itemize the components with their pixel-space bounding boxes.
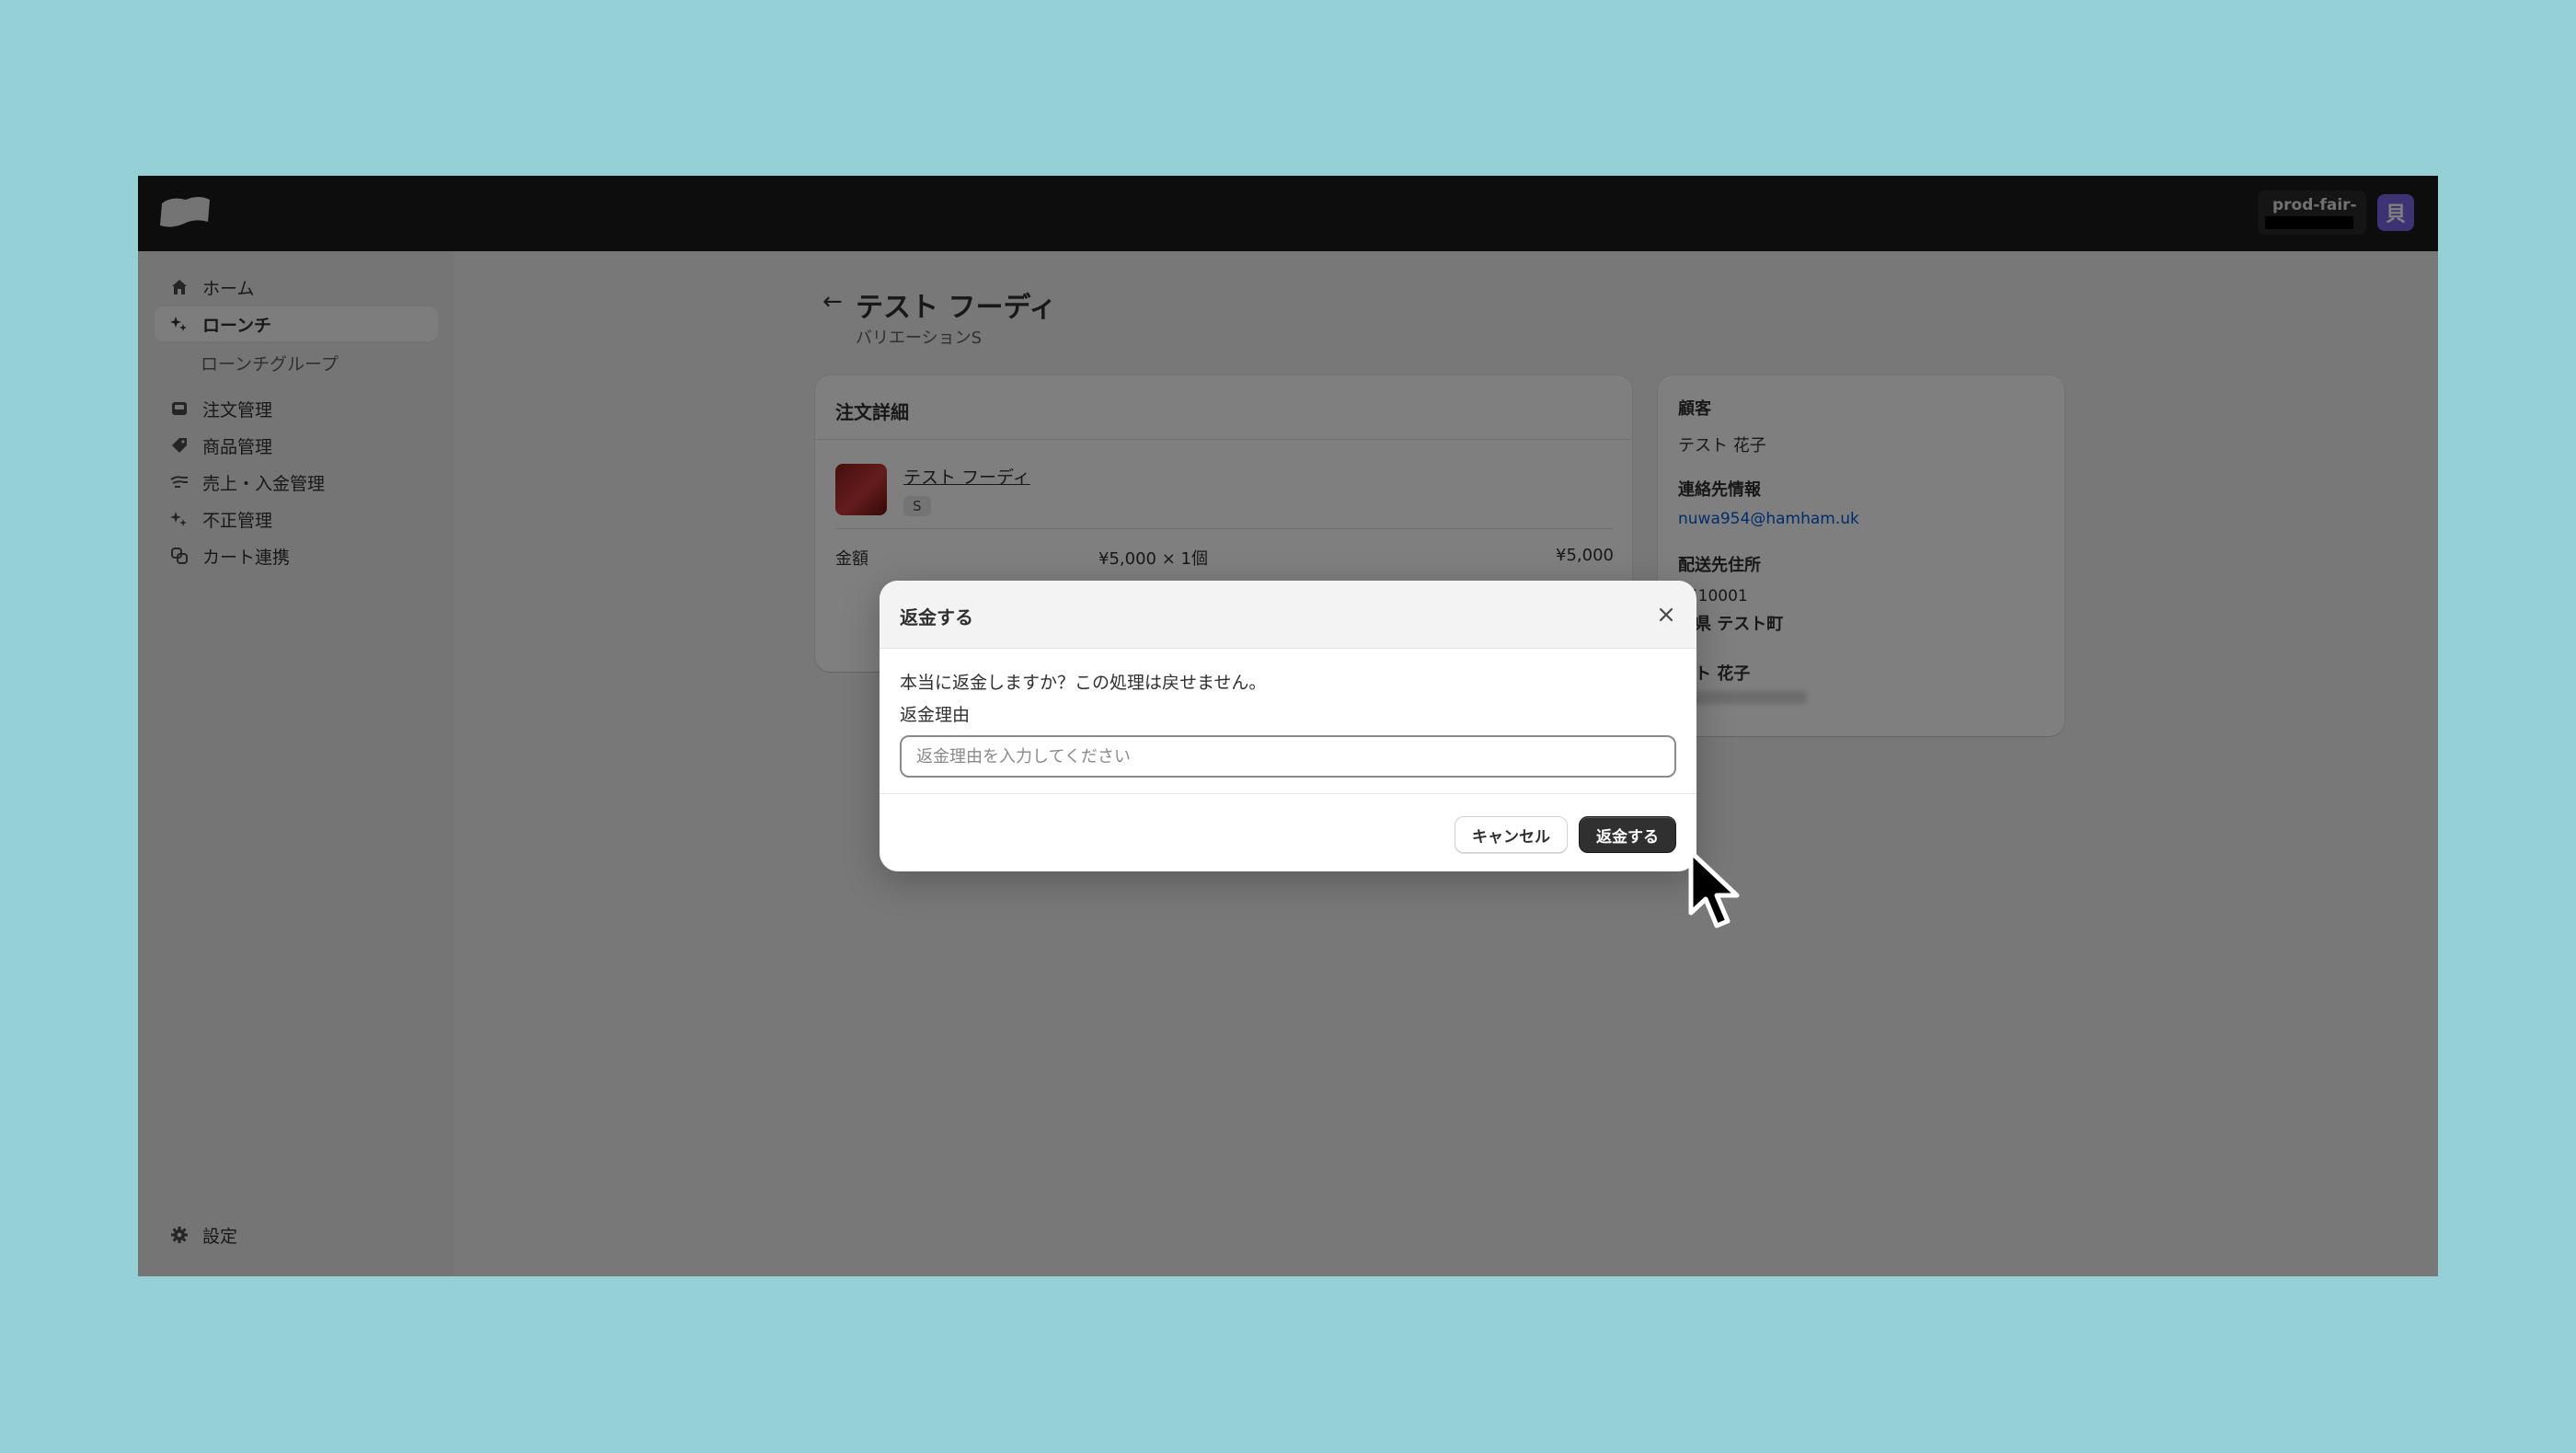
reason-label: 返金理由 xyxy=(900,705,971,725)
confirm-refund-button[interactable]: 返金する xyxy=(1579,816,1676,853)
close-icon xyxy=(1659,607,1673,622)
refund-modal: 返金する 本当に返金しますか？この処理は戻せません。 返金理由 キャンセル 返金… xyxy=(880,581,1696,871)
refund-reason-input[interactable] xyxy=(900,735,1676,778)
modal-body: 本当に返金しますか？この処理は戻せません。 返金理由 xyxy=(880,649,1696,794)
modal-footer: キャンセル 返金する xyxy=(880,794,1696,871)
modal-message: 本当に返金しますか？この処理は戻せません。 xyxy=(900,673,1267,693)
close-button[interactable] xyxy=(1652,601,1680,628)
modal-title: 返金する xyxy=(900,606,973,628)
modal-header: 返金する xyxy=(880,581,1696,649)
cancel-button[interactable]: キャンセル xyxy=(1455,816,1568,853)
mouse-cursor-icon xyxy=(1688,849,1740,928)
app-window: prod-fair-v2 貝 ホーム ローンチ ローンチグループ 注文管理 xyxy=(138,176,2438,1276)
